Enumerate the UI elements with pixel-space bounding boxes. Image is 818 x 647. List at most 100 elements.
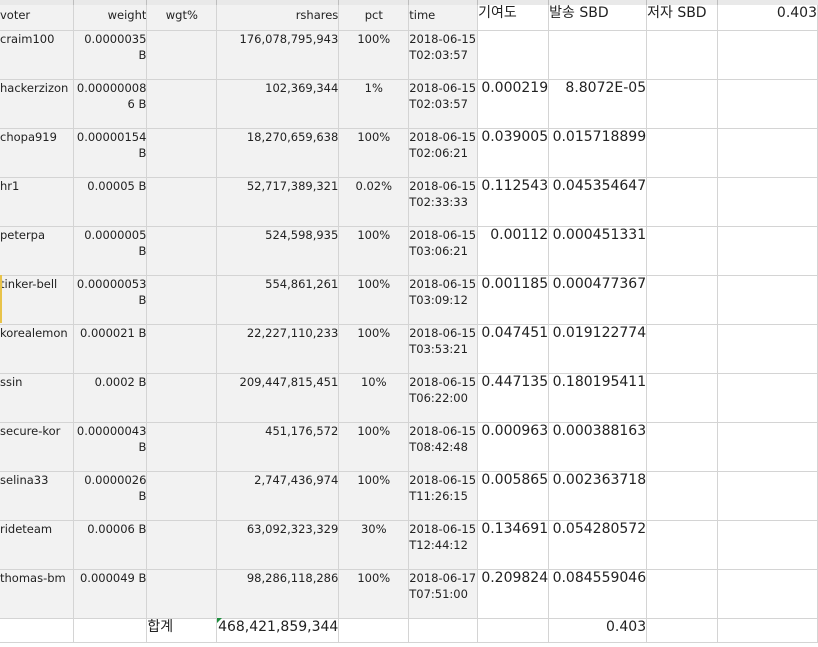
cell-author-sbd[interactable]	[646, 79, 719, 129]
summary-empty-2[interactable]	[73, 618, 148, 643]
cell-empty[interactable]	[717, 177, 818, 227]
cell-sent-sbd[interactable]: 0.084559046	[548, 569, 648, 619]
cell-contribution[interactable]: 0.447135	[477, 373, 550, 423]
cell-wgt-pct[interactable]	[146, 275, 218, 325]
header-time[interactable]: time	[408, 5, 479, 31]
cell-voter[interactable]: thomas-bm	[0, 569, 75, 619]
cell-empty[interactable]	[717, 520, 818, 570]
cell-weight[interactable]: 0.00000053 B	[73, 275, 148, 325]
cell-empty[interactable]	[717, 128, 818, 178]
cell-voter[interactable]: chopa919	[0, 128, 75, 178]
cell-empty[interactable]	[717, 471, 818, 521]
cell-voter[interactable]: rideteam	[0, 520, 75, 570]
cell-voter[interactable]: selina33	[0, 471, 75, 521]
cell-contribution[interactable]: 0.047451	[477, 324, 550, 374]
cell-time[interactable]: 2018-06-17T07:51:00	[408, 569, 479, 619]
cell-sent-sbd[interactable]: 0.000388163	[548, 422, 648, 472]
cell-wgt-pct[interactable]	[146, 128, 218, 178]
header-voter[interactable]: voter	[0, 5, 75, 31]
cell-weight[interactable]: 0.000049 B	[73, 569, 148, 619]
cell-pct[interactable]: 0.02%	[338, 177, 410, 227]
cell-sent-sbd[interactable]	[548, 30, 648, 80]
cell-empty[interactable]	[717, 79, 818, 129]
header-rshares[interactable]: rshares	[216, 5, 340, 31]
cell-author-sbd[interactable]	[646, 422, 719, 472]
cell-contribution[interactable]: 0.209824	[477, 569, 550, 619]
summary-empty-5[interactable]	[477, 618, 550, 643]
cell-wgt-pct[interactable]	[146, 79, 218, 129]
cell-time[interactable]: 2018-06-15T06:22:00	[408, 373, 479, 423]
header-wgt-pct[interactable]: wgt%	[146, 5, 218, 31]
cell-rshares[interactable]: 451,176,572	[216, 422, 340, 472]
cell-rshares[interactable]: 176,078,795,943	[216, 30, 340, 80]
cell-weight[interactable]: 0.00006 B	[73, 520, 148, 570]
cell-voter[interactable]: craim100	[0, 30, 75, 80]
cell-empty[interactable]	[717, 226, 818, 276]
cell-contribution[interactable]: 0.000219	[477, 79, 550, 129]
cell-rshares[interactable]: 524,598,935	[216, 226, 340, 276]
cell-pct[interactable]: 100%	[338, 275, 410, 325]
cell-weight[interactable]: 0.00000154 B	[73, 128, 148, 178]
header-author-sbd[interactable]: 저자 SBD	[646, 5, 719, 31]
cell-empty[interactable]	[717, 324, 818, 374]
cell-author-sbd[interactable]	[646, 373, 719, 423]
cell-author-sbd[interactable]	[646, 275, 719, 325]
cell-author-sbd[interactable]	[646, 128, 719, 178]
cell-sent-sbd[interactable]: 0.002363718	[548, 471, 648, 521]
summary-sbd-total[interactable]: 0.403	[548, 618, 648, 643]
author-sbd-value[interactable]: 0.403	[717, 5, 818, 31]
cell-empty[interactable]	[717, 373, 818, 423]
cell-time[interactable]: 2018-06-15T03:53:21	[408, 324, 479, 374]
cell-weight[interactable]: 0.0000026 B	[73, 471, 148, 521]
cell-author-sbd[interactable]	[646, 30, 719, 80]
cell-empty[interactable]	[717, 30, 818, 80]
cell-wgt-pct[interactable]	[146, 177, 218, 227]
cell-contribution[interactable]: 0.112543	[477, 177, 550, 227]
cell-rshares[interactable]: 98,286,118,286	[216, 569, 340, 619]
cell-wgt-pct[interactable]	[146, 373, 218, 423]
header-sent-sbd[interactable]: 발송 SBD	[548, 5, 648, 31]
cell-pct[interactable]: 1%	[338, 79, 410, 129]
summary-empty-1[interactable]	[0, 618, 75, 643]
cell-author-sbd[interactable]	[646, 324, 719, 374]
cell-rshares[interactable]: 18,270,659,638	[216, 128, 340, 178]
header-weight[interactable]: weight	[73, 5, 148, 31]
cell-rshares[interactable]: 209,447,815,451	[216, 373, 340, 423]
header-contribution[interactable]: 기여도	[477, 5, 550, 31]
cell-author-sbd[interactable]	[646, 177, 719, 227]
cell-contribution[interactable]: 0.001185	[477, 275, 550, 325]
cell-time[interactable]: 2018-06-15T12:44:12	[408, 520, 479, 570]
cell-pct[interactable]: 100%	[338, 422, 410, 472]
summary-rshares-total[interactable]: 468,421,859,344	[216, 618, 340, 643]
cell-wgt-pct[interactable]	[146, 422, 218, 472]
cell-contribution[interactable]: 0.134691	[477, 520, 550, 570]
summary-empty-7[interactable]	[717, 618, 818, 643]
cell-time[interactable]: 2018-06-15T11:26:15	[408, 471, 479, 521]
header-pct[interactable]: pct	[338, 5, 410, 31]
cell-rshares[interactable]: 52,717,389,321	[216, 177, 340, 227]
cell-weight[interactable]: 0.00000008 6 B	[73, 79, 148, 129]
cell-time[interactable]: 2018-06-15T03:06:21	[408, 226, 479, 276]
cell-contribution[interactable]: 0.00112	[477, 226, 550, 276]
cell-contribution[interactable]	[477, 30, 550, 80]
cell-contribution[interactable]: 0.000963	[477, 422, 550, 472]
cell-weight[interactable]: 0.00000043 B	[73, 422, 148, 472]
cell-pct[interactable]: 100%	[338, 569, 410, 619]
cell-sent-sbd[interactable]: 0.000451331	[548, 226, 648, 276]
cell-contribution[interactable]: 0.005865	[477, 471, 550, 521]
cell-pct[interactable]: 100%	[338, 30, 410, 80]
summary-empty-4[interactable]	[408, 618, 479, 643]
cell-pct[interactable]: 10%	[338, 373, 410, 423]
cell-voter[interactable]: korealemon	[0, 324, 75, 374]
cell-time[interactable]: 2018-06-15T02:03:57	[408, 79, 479, 129]
cell-empty[interactable]	[717, 422, 818, 472]
summary-empty-3[interactable]	[338, 618, 410, 643]
cell-weight[interactable]: 0.0002 B	[73, 373, 148, 423]
cell-voter[interactable]: peterpa	[0, 226, 75, 276]
cell-author-sbd[interactable]	[646, 471, 719, 521]
cell-time[interactable]: 2018-06-15T08:42:48	[408, 422, 479, 472]
cell-sent-sbd[interactable]: 0.000477367	[548, 275, 648, 325]
cell-pct[interactable]: 100%	[338, 226, 410, 276]
summary-empty-6[interactable]	[646, 618, 719, 643]
cell-voter[interactable]: secure-kor	[0, 422, 75, 472]
